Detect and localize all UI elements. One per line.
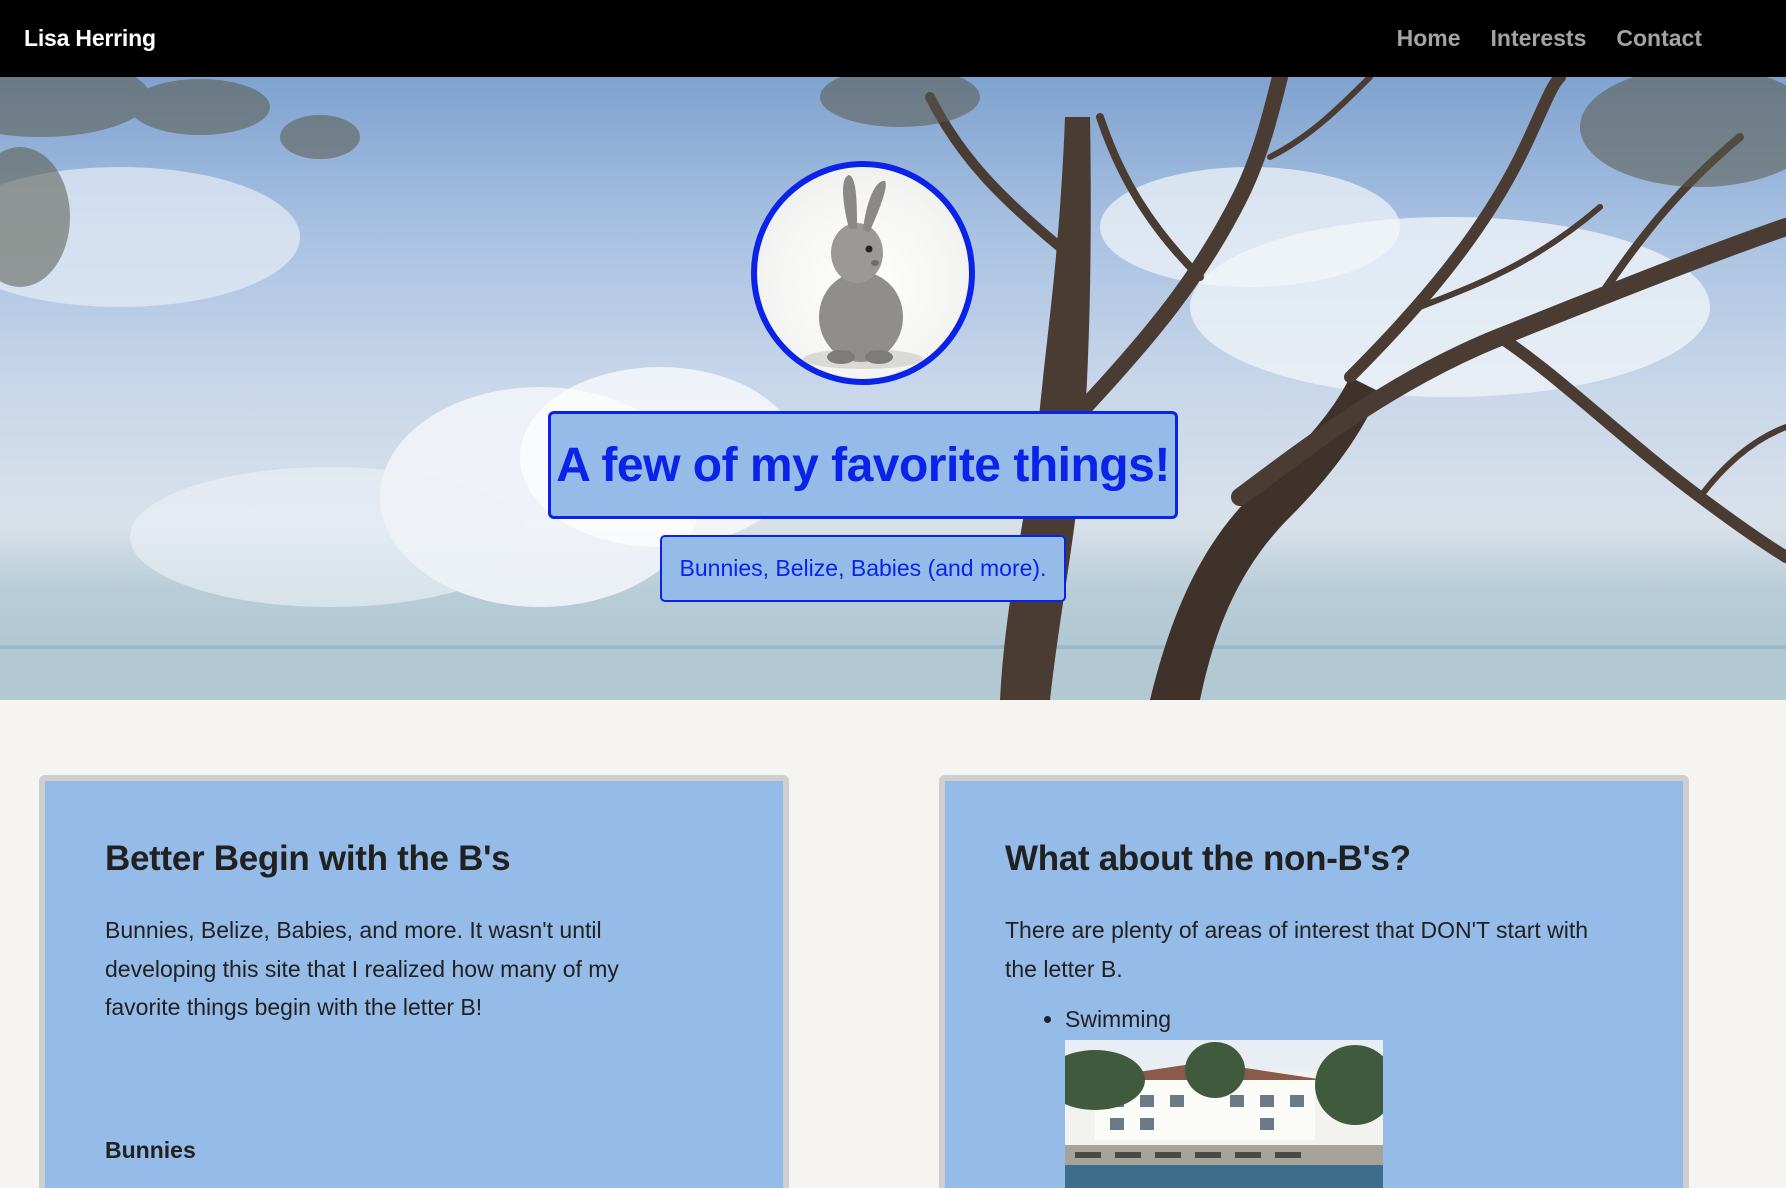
nav-links: Home Interests Contact (1397, 25, 1702, 52)
bunnies-subheading: Bunnies (105, 1137, 196, 1163)
top-navbar: Lisa Herring Home Interests Contact (0, 0, 1786, 77)
nav-link-interests[interactable]: Interests (1491, 25, 1587, 52)
hero-subtitle-box: Bunnies, Belize, Babies (and more). (660, 535, 1066, 602)
card-body: Bunnies, Belize, Babies, and more. It wa… (105, 917, 619, 1020)
swimming-pool-image (1065, 1040, 1383, 1188)
hero-title: A few of my favorite things! (556, 438, 1170, 492)
hero-title-box: A few of my favorite things! (548, 411, 1178, 519)
nav-link-contact[interactable]: Contact (1616, 25, 1702, 52)
bunny-icon (803, 175, 923, 369)
nav-link-home[interactable]: Home (1397, 25, 1461, 52)
list-item: Swimming (1065, 1002, 1623, 1036)
hero-subtitle: Bunnies, Belize, Babies (and more). (679, 555, 1047, 581)
interest-list: Swimming (1065, 1002, 1623, 1036)
card-body: There are plenty of areas of interest th… (1005, 917, 1589, 982)
card-b-interests: Better Begin with the B's Bunnies, Beliz… (39, 775, 789, 1188)
card-non-b-interests: What about the non-B's? There are plenty… (939, 775, 1689, 1188)
site-brand[interactable]: Lisa Herring (24, 25, 156, 52)
bunny-avatar (751, 161, 975, 385)
card-heading: What about the non-B's? (1005, 839, 1411, 878)
hero-banner: A few of my favorite things! Bunnies, Be… (0, 77, 1786, 700)
card-heading: Better Begin with the B's (105, 839, 511, 878)
